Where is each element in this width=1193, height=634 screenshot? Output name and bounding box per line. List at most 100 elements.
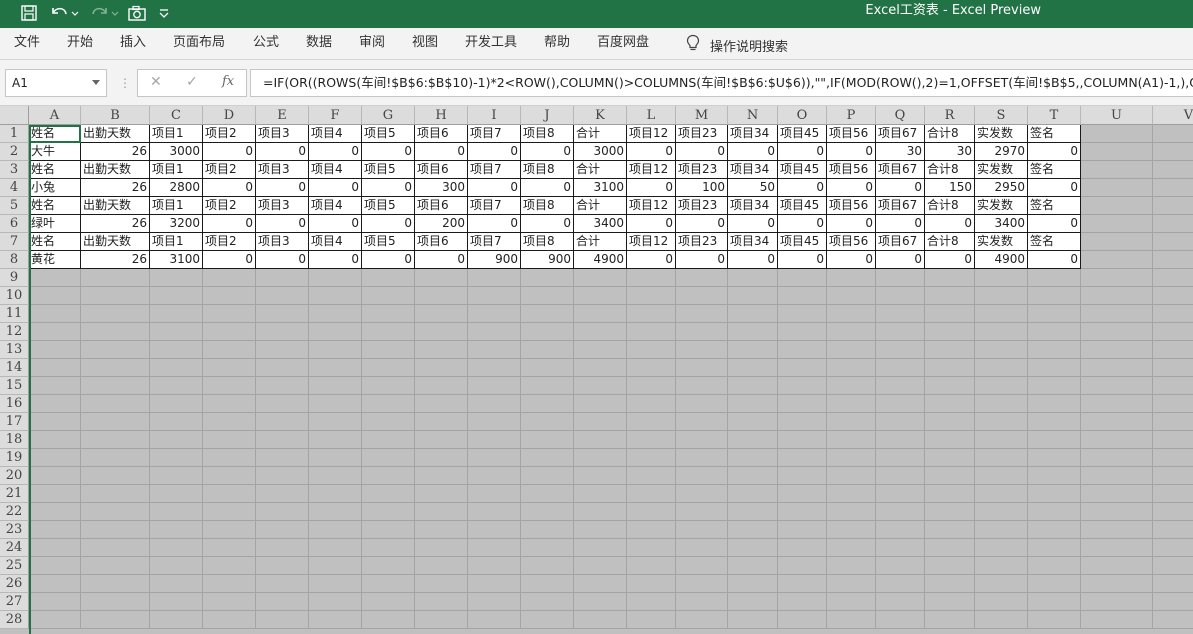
empty-cell[interactable] (827, 557, 876, 575)
empty-cell[interactable] (415, 449, 468, 467)
cell[interactable]: 0 (925, 251, 975, 269)
empty-cell[interactable] (150, 413, 203, 431)
cell[interactable]: 项目12 (627, 197, 676, 215)
cell[interactable]: 项目1 (150, 161, 203, 179)
empty-cell[interactable] (362, 593, 415, 611)
empty-cell[interactable] (1081, 143, 1153, 161)
empty-cell[interactable] (1028, 539, 1081, 557)
empty-cell[interactable] (203, 539, 256, 557)
empty-cell[interactable] (1153, 395, 1193, 413)
empty-cell[interactable] (728, 269, 778, 287)
empty-cell[interactable] (203, 377, 256, 395)
cell[interactable]: 0 (876, 215, 925, 233)
empty-cell[interactable] (1081, 197, 1153, 215)
cell[interactable]: 出勤天数 (81, 233, 150, 251)
empty-cell[interactable] (728, 449, 778, 467)
empty-cell[interactable] (1153, 341, 1193, 359)
empty-cell[interactable] (468, 377, 521, 395)
cell[interactable]: 实发数 (975, 125, 1028, 143)
insert-function-icon[interactable]: fx (222, 74, 234, 89)
empty-cell[interactable] (574, 557, 627, 575)
empty-cell[interactable] (468, 341, 521, 359)
empty-cell[interactable] (574, 395, 627, 413)
empty-cell[interactable] (1028, 269, 1081, 287)
empty-cell[interactable] (925, 503, 975, 521)
empty-cell[interactable] (627, 539, 676, 557)
cell[interactable]: 30 (925, 143, 975, 161)
empty-cell[interactable] (827, 485, 876, 503)
empty-cell[interactable] (778, 323, 827, 341)
cell[interactable]: 项目45 (778, 161, 827, 179)
column-header-k[interactable]: K (574, 106, 627, 125)
empty-cell[interactable] (150, 539, 203, 557)
empty-cell[interactable] (81, 413, 150, 431)
empty-cell[interactable] (415, 611, 468, 629)
cell[interactable]: 0 (468, 215, 521, 233)
empty-cell[interactable] (1028, 593, 1081, 611)
column-header-t[interactable]: T (1028, 106, 1081, 125)
row-header[interactable]: 19 (0, 449, 29, 467)
column-header-q[interactable]: Q (876, 106, 925, 125)
empty-cell[interactable] (728, 323, 778, 341)
empty-cell[interactable] (309, 521, 362, 539)
cell[interactable]: 0 (362, 251, 415, 269)
empty-cell[interactable] (1081, 161, 1153, 179)
empty-cell[interactable] (876, 539, 925, 557)
empty-cell[interactable] (925, 413, 975, 431)
empty-cell[interactable] (81, 269, 150, 287)
empty-cell[interactable] (627, 359, 676, 377)
row-header[interactable]: 3 (0, 161, 29, 179)
empty-cell[interactable] (203, 449, 256, 467)
empty-cell[interactable] (728, 359, 778, 377)
empty-cell[interactable] (676, 593, 728, 611)
empty-cell[interactable] (150, 503, 203, 521)
empty-cell[interactable] (574, 539, 627, 557)
select-all-corner[interactable] (0, 106, 29, 125)
empty-cell[interactable] (81, 503, 150, 521)
empty-cell[interactable] (309, 413, 362, 431)
empty-cell[interactable] (728, 341, 778, 359)
row-header[interactable]: 21 (0, 485, 29, 503)
empty-cell[interactable] (627, 413, 676, 431)
empty-cell[interactable] (362, 575, 415, 593)
empty-cell[interactable] (676, 521, 728, 539)
cell[interactable]: 项目4 (309, 233, 362, 251)
empty-cell[interactable] (676, 359, 728, 377)
empty-cell[interactable] (203, 521, 256, 539)
cell[interactable]: 0 (362, 179, 415, 197)
empty-cell[interactable] (203, 467, 256, 485)
cell[interactable]: 0 (876, 251, 925, 269)
empty-cell[interactable] (574, 323, 627, 341)
empty-cell[interactable] (81, 431, 150, 449)
cell[interactable]: 0 (778, 215, 827, 233)
empty-cell[interactable] (627, 521, 676, 539)
empty-cell[interactable] (256, 611, 309, 629)
empty-cell[interactable] (1153, 287, 1193, 305)
empty-cell[interactable] (81, 305, 150, 323)
empty-cell[interactable] (1028, 323, 1081, 341)
empty-cell[interactable] (362, 377, 415, 395)
empty-cell[interactable] (778, 431, 827, 449)
empty-cell[interactable] (468, 611, 521, 629)
empty-cell[interactable] (1153, 197, 1193, 215)
empty-cell[interactable] (925, 575, 975, 593)
empty-cell[interactable] (29, 503, 81, 521)
cell[interactable]: 项目56 (827, 197, 876, 215)
empty-cell[interactable] (256, 377, 309, 395)
empty-cell[interactable] (728, 575, 778, 593)
empty-cell[interactable] (975, 485, 1028, 503)
row-header[interactable]: 13 (0, 341, 29, 359)
empty-cell[interactable] (876, 467, 925, 485)
empty-cell[interactable] (256, 467, 309, 485)
cell[interactable]: 项目2 (203, 161, 256, 179)
empty-cell[interactable] (468, 287, 521, 305)
cell[interactable]: 0 (676, 215, 728, 233)
empty-cell[interactable] (150, 467, 203, 485)
name-box[interactable]: A1 (5, 69, 107, 97)
empty-cell[interactable] (574, 431, 627, 449)
empty-cell[interactable] (975, 575, 1028, 593)
cell[interactable]: 小兔 (29, 179, 81, 197)
empty-cell[interactable] (1153, 449, 1193, 467)
empty-cell[interactable] (362, 503, 415, 521)
empty-cell[interactable] (203, 431, 256, 449)
